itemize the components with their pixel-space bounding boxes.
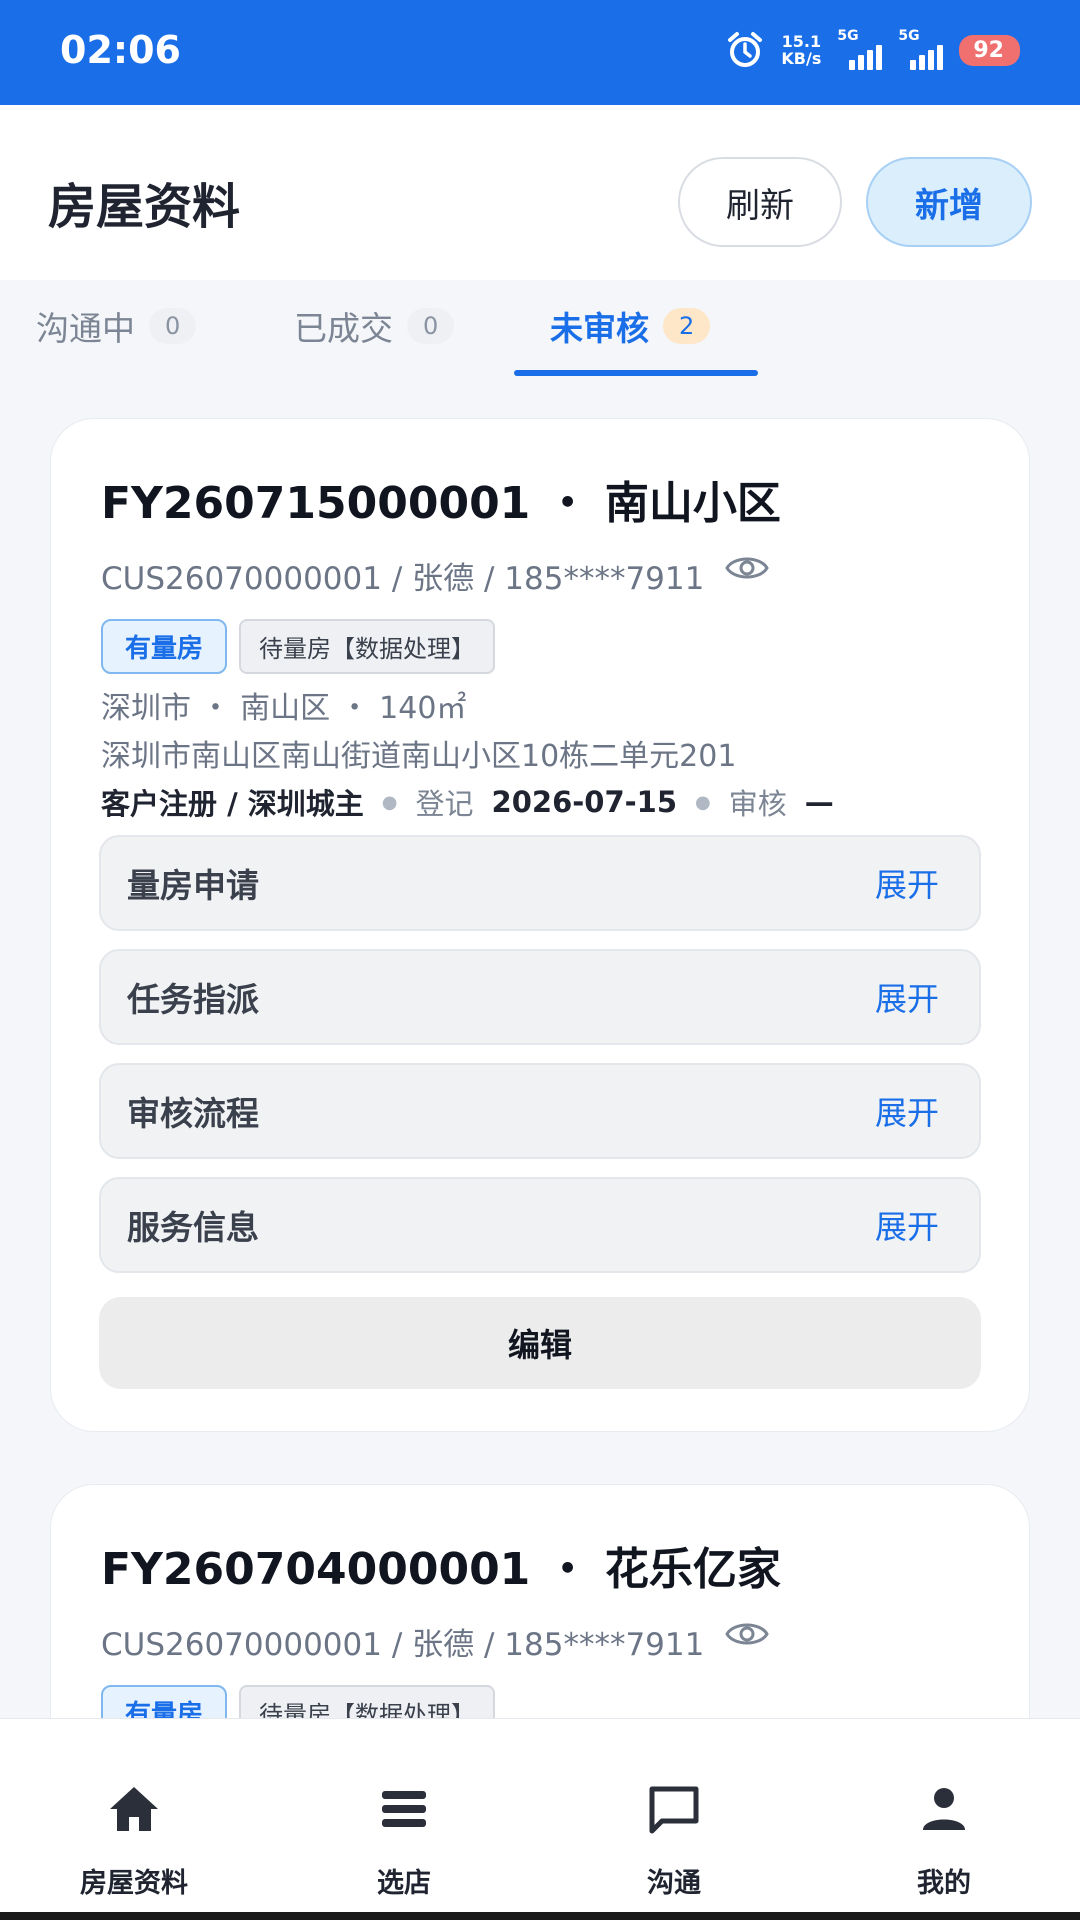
section-title: 审核流程 xyxy=(127,1094,259,1133)
section-task-assign[interactable]: 任务指派 展开 xyxy=(99,949,981,1045)
battery-level: 92 xyxy=(973,37,1004,63)
source-text: 客户注册 / 深圳城主 xyxy=(101,787,364,821)
alarm-icon xyxy=(728,32,763,67)
separator-dot: ● xyxy=(381,791,398,813)
nav-select-store[interactable]: 选店 xyxy=(304,1779,504,1900)
status-tag: 有量房 xyxy=(101,619,228,674)
tab-communicating[interactable]: 沟通中 0 xyxy=(36,302,197,350)
nav-mine[interactable]: 我的 xyxy=(844,1779,1044,1900)
status-icons: 15.1 KB/s 5G 5G 92 xyxy=(725,28,1020,70)
expand-link[interactable]: 展开 xyxy=(875,974,939,1020)
tab-unreviewed[interactable]: 未审核 2 xyxy=(550,302,711,350)
register-date: 2026-07-15 xyxy=(491,785,678,819)
card-title: FY260704000001 ・ 花乐亿家 xyxy=(101,1544,781,1595)
network-type-1: 5G xyxy=(837,28,859,44)
tab-completed[interactable]: 已成交 0 xyxy=(294,302,455,350)
tab-count-badge: 0 xyxy=(149,308,197,344)
section-audit-flow[interactable]: 审核流程 展开 xyxy=(99,1063,981,1159)
status-bar: 02:06 15.1 KB/s 5G 5G 92 xyxy=(0,0,1080,105)
store-icon xyxy=(382,1791,426,1827)
nav-label: 房屋资料 xyxy=(80,1868,188,1899)
refresh-button[interactable]: 刷新 xyxy=(678,157,842,247)
page-header: 房屋资料 刷新 新增 xyxy=(0,105,1080,280)
edit-button[interactable]: 编辑 xyxy=(99,1297,981,1389)
tab-label: 未审核 xyxy=(550,309,649,348)
stage-tag: 待量房【数据处理】 xyxy=(239,619,496,674)
meta-line: 客户注册 / 深圳城主 ● 登记 2026-07-15 ● 审核 — xyxy=(101,781,834,823)
card-subtitle: CUS26070000001 / 张德 / 185****7911 xyxy=(101,1619,770,1664)
register-label: 登记 xyxy=(415,787,474,821)
network-speed: 15.1 KB/s xyxy=(781,33,821,67)
eye-icon[interactable] xyxy=(724,551,770,585)
network-type-2: 5G xyxy=(898,28,920,44)
expand-link[interactable]: 展开 xyxy=(875,1088,939,1134)
speed-value: 15.1 xyxy=(781,32,822,51)
status-time: 02:06 xyxy=(60,28,181,72)
section-title: 量房申请 xyxy=(127,866,259,905)
nav-label: 我的 xyxy=(917,1868,971,1899)
section-title: 服务信息 xyxy=(127,1208,259,1247)
chat-icon xyxy=(649,1786,699,1834)
nav-label: 选店 xyxy=(377,1868,431,1899)
customer-info: CUS26070000001 / 张德 / 185****7911 xyxy=(101,1627,705,1663)
address-line: 深圳市南山区南山街道南山小区10栋二单元201 xyxy=(101,739,737,774)
card-subtitle: CUS26070000001 / 张德 / 185****7911 xyxy=(101,553,770,598)
home-icon xyxy=(110,1787,158,1831)
tag-group: 有量房 待量房【数据处理】 xyxy=(101,619,496,674)
speed-unit: KB/s xyxy=(781,49,822,68)
expand-link[interactable]: 展开 xyxy=(875,1202,939,1248)
house-card[interactable]: FY260715000001 ・ 南山小区 CUS26070000001 / 张… xyxy=(50,418,1030,1432)
section-measure-request[interactable]: 量房申请 展开 xyxy=(99,835,981,931)
add-button[interactable]: 新增 xyxy=(866,157,1032,247)
audit-label: 审核 xyxy=(728,787,787,821)
tab-bar: 沟通中 0 已成交 0 未审核 2 xyxy=(0,280,1080,380)
location-line: 深圳市 ・ 南山区 ・ 140㎡ xyxy=(101,691,467,726)
tab-label: 已成交 xyxy=(294,309,393,348)
signal-icon-1: 5G xyxy=(837,28,883,70)
page-title: 房屋资料 xyxy=(48,179,241,235)
nav-communicate[interactable]: 沟通 xyxy=(574,1779,774,1900)
section-service-info[interactable]: 服务信息 展开 xyxy=(99,1177,981,1273)
section-title: 任务指派 xyxy=(127,980,259,1019)
bottom-nav: 房屋资料 选店 沟通 我的 xyxy=(0,1718,1080,1920)
person-icon xyxy=(923,1788,965,1830)
tab-count-badge: 0 xyxy=(407,308,455,344)
active-tab-indicator xyxy=(514,370,758,376)
signal-icon-2: 5G xyxy=(898,28,944,70)
expand-link[interactable]: 展开 xyxy=(875,860,939,906)
tab-label: 沟通中 xyxy=(36,309,135,348)
separator-dot: ● xyxy=(695,791,711,813)
nav-house-info[interactable]: 房屋资料 xyxy=(34,1779,234,1900)
nav-label: 沟通 xyxy=(647,1868,701,1899)
customer-info: CUS26070000001 / 张德 / 185****7911 xyxy=(101,561,705,597)
card-title: FY260715000001 ・ 南山小区 xyxy=(101,478,781,529)
tab-count-badge: 2 xyxy=(663,308,711,344)
audit-value: — xyxy=(804,785,834,819)
battery-icon: 92 xyxy=(959,34,1020,66)
eye-icon[interactable] xyxy=(724,1617,770,1651)
